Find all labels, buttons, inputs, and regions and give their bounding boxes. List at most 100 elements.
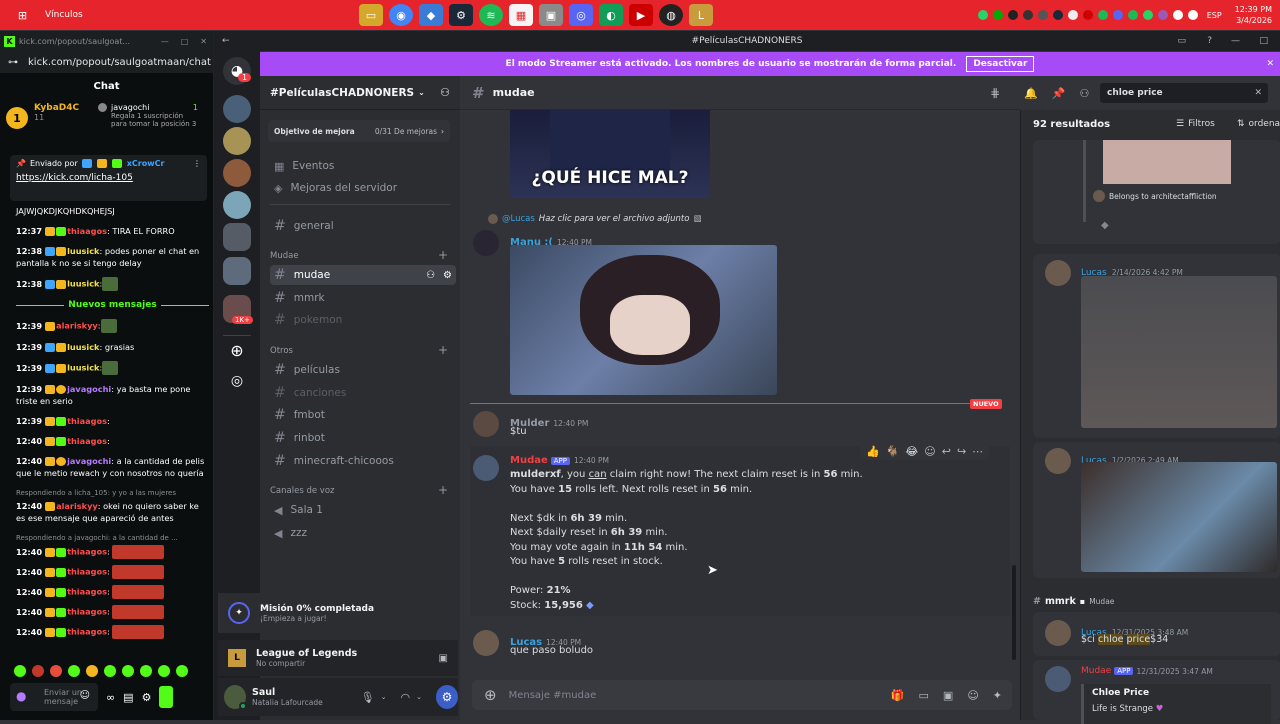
avatar[interactable] — [473, 411, 499, 437]
search-result[interactable]: Belongs to architectaffliction ◆ — [1033, 140, 1280, 244]
kick-url[interactable]: kick.com/popout/saulgoatmaan/chat — [28, 57, 211, 68]
add-channel-icon[interactable]: + — [438, 483, 448, 497]
emote-icon[interactable] — [50, 665, 62, 677]
message-user[interactable]: javagochi — [67, 456, 111, 466]
voice-channel-zzz[interactable]: ◀ zzz — [270, 523, 456, 543]
sort-button[interactable]: ⇅ordenar — [1237, 119, 1280, 129]
search-input[interactable]: chloe price ✕ — [1100, 83, 1268, 103]
bell-icon[interactable]: 🔔 — [1024, 87, 1038, 100]
add-reaction-icon[interactable]: ☺ — [924, 445, 935, 458]
mic-icon[interactable]: ● — [16, 689, 26, 703]
tray-icon[interactable] — [1067, 10, 1078, 20]
avatar[interactable] — [473, 630, 499, 656]
chevron-down-icon[interactable]: ⌄ — [381, 693, 387, 701]
filters-button[interactable]: ☰ Filtros — [1176, 119, 1215, 129]
category-mudae[interactable]: Mudae — [270, 251, 299, 261]
clock[interactable]: 12:39 PM 3/4/2026 — [1235, 4, 1272, 26]
message-user[interactable]: javagochi — [67, 384, 111, 394]
boost-goal[interactable]: Objetivo de mejora 0/31 De mejoras › — [268, 120, 450, 142]
steam-icon[interactable]: ⚙ — [449, 4, 473, 26]
message-user[interactable]: luusick — [67, 279, 99, 289]
language-indicator[interactable]: ESP — [1207, 11, 1222, 20]
app-icon[interactable]: ◆ — [419, 4, 443, 26]
channel-canciones[interactable]: # canciones — [270, 383, 456, 403]
channel-minecraft[interactable]: # minecraft-chicooos — [270, 451, 456, 471]
voice-channel-sala1[interactable]: ◀ Sala 1 — [270, 500, 456, 520]
microphone-icon[interactable]: 🎙 — [361, 691, 375, 704]
threads-icon[interactable]: ⋕ — [990, 86, 1000, 100]
tray-icon[interactable] — [1112, 10, 1123, 20]
close-icon[interactable]: ✕ — [200, 37, 207, 46]
message-author[interactable]: Mudae — [510, 455, 548, 466]
forward-icon[interactable]: ↪ — [957, 445, 966, 458]
pinned-user[interactable]: xCrowCr — [127, 159, 165, 168]
gif-icon[interactable]: ▭ — [919, 689, 929, 702]
reaction-icon[interactable]: 😂 — [905, 445, 918, 458]
emote-icon[interactable] — [122, 665, 134, 677]
message-user[interactable]: thiaagos — [67, 627, 107, 637]
volume-icon[interactable] — [1187, 10, 1198, 20]
discover-icon[interactable]: ◎ — [223, 367, 251, 395]
gifter-name[interactable]: KybaD4C — [34, 103, 92, 113]
server-icon[interactable] — [223, 95, 251, 123]
channel-mmrk[interactable]: # mmrk — [270, 288, 456, 308]
more-icon[interactable]: ⋮ — [193, 159, 201, 168]
tray-icon[interactable] — [1082, 10, 1093, 20]
more-icon[interactable]: ⋯ — [972, 445, 983, 458]
reaction-icon[interactable]: 👍 — [866, 445, 880, 458]
settings-icon[interactable]: ⚙ — [435, 685, 458, 709]
tray-icon[interactable] — [1127, 10, 1138, 20]
channel-peliculas[interactable]: # películas — [270, 360, 456, 380]
avatar[interactable] — [1045, 620, 1071, 646]
channel-fmbot[interactable]: # fmbot — [270, 405, 456, 425]
calendar-icon[interactable]: ▦ — [509, 4, 533, 26]
avatar[interactable] — [473, 455, 499, 481]
infinity-icon[interactable]: ∞ — [106, 691, 115, 704]
store-icon[interactable]: ▤ — [123, 691, 133, 704]
channel-rinbot[interactable]: # rinbot — [270, 428, 456, 448]
avatar[interactable] — [473, 230, 499, 256]
add-channel-icon[interactable]: + — [438, 248, 448, 262]
app-icon[interactable]: ◍ — [659, 4, 683, 26]
emote-icon[interactable] — [176, 665, 188, 677]
message-user[interactable]: thiaagos — [67, 587, 107, 597]
reply-reference[interactable]: Respondiendo a javagochi: a la cantidad … — [16, 532, 209, 544]
mission-panel[interactable]: ✦ Misión 0% completada ¡Empieza a jugar! — [218, 593, 458, 633]
site-settings-icon[interactable]: ⊶ — [8, 57, 18, 68]
help-icon[interactable]: ? — [1207, 36, 1212, 46]
file-explorer-icon[interactable]: ▭ — [359, 4, 383, 26]
message-user[interactable]: thiaagos — [67, 547, 107, 557]
settings-icon[interactable]: ⚙ — [443, 270, 452, 281]
sticker-icon[interactable]: ▣ — [943, 689, 953, 702]
emote-icon[interactable] — [158, 665, 170, 677]
tray-icon[interactable] — [1022, 10, 1033, 20]
result-image[interactable] — [1081, 462, 1277, 572]
message-user[interactable]: alariskyy — [56, 321, 98, 331]
disable-streamer-button[interactable]: Desactivar — [966, 56, 1035, 72]
scrollbar[interactable] — [1012, 565, 1016, 660]
server-folder[interactable] — [223, 257, 251, 285]
reply-reference[interactable]: Respondiendo a licha_105: y yo a las muj… — [16, 487, 209, 499]
avatar[interactable] — [1045, 448, 1071, 474]
add-server-icon[interactable]: ⊕ — [223, 336, 251, 364]
tray-icon[interactable] — [1052, 10, 1063, 20]
headphones-icon[interactable]: ◠ — [400, 691, 410, 704]
stream-icon[interactable]: ▣ — [439, 653, 448, 664]
result-image[interactable] — [1081, 276, 1277, 428]
reply-icon[interactable]: ↩ — [942, 445, 951, 458]
clear-search-icon[interactable]: ✕ — [1254, 88, 1262, 98]
maximize-icon[interactable]: □ — [181, 37, 189, 46]
result-author[interactable]: Mudae — [1081, 666, 1111, 676]
emote-icon[interactable] — [86, 665, 98, 677]
search-result[interactable]: Lucas 2/14/2026 4:42 PM — [1033, 254, 1280, 438]
emote-icon[interactable] — [104, 665, 116, 677]
gift-user[interactable]: javagochi — [111, 103, 149, 112]
emote-icon[interactable] — [14, 665, 26, 677]
add-member-icon[interactable]: ⚇ — [440, 86, 450, 99]
category-otros[interactable]: Otros — [270, 346, 293, 356]
settings-icon[interactable]: ⚙ — [142, 691, 152, 704]
channel-pokemon[interactable]: # pokemon — [270, 310, 456, 330]
message-user[interactable]: alariskyy — [56, 501, 98, 511]
pinned-link[interactable]: https://kick.com/licha-105 — [16, 173, 201, 183]
message-user[interactable]: luusick — [67, 342, 99, 352]
